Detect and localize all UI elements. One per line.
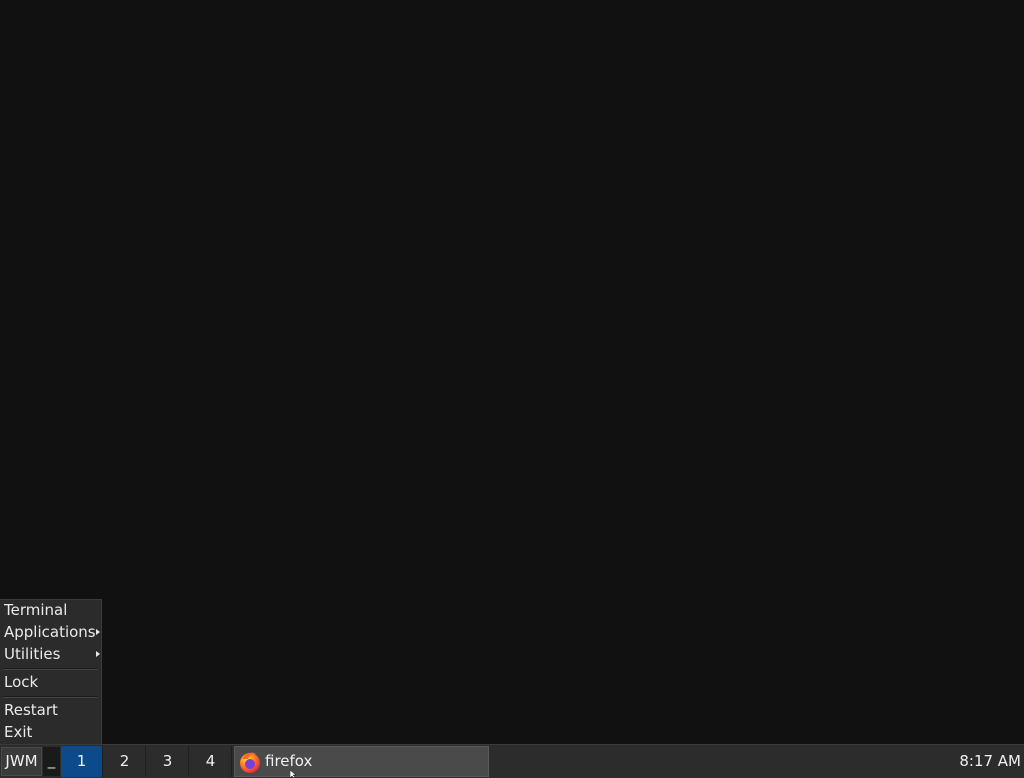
menu-item-restart[interactable]: Restart xyxy=(0,700,101,720)
workspace-label: 4 xyxy=(205,752,216,770)
menu-separator xyxy=(3,696,98,698)
menu-item-terminal[interactable]: Terminal xyxy=(0,600,101,620)
workspace-4-button[interactable]: 4 xyxy=(190,746,232,777)
root-menu: Terminal Applications Utilities Lock Res… xyxy=(0,599,102,744)
menu-item-exit[interactable]: Exit xyxy=(0,722,101,742)
minimize-label: _ xyxy=(47,751,56,769)
submenu-arrow-icon xyxy=(96,629,100,635)
clock[interactable]: 8:17 AM xyxy=(959,746,1021,777)
workspace-1-button[interactable]: 1 xyxy=(61,746,103,777)
menu-item-label: Restart xyxy=(4,701,58,719)
workspace-label: 2 xyxy=(119,752,130,770)
mouse-cursor-icon xyxy=(290,770,296,778)
menu-item-lock[interactable]: Lock xyxy=(0,672,101,692)
clock-time: 8:17 AM xyxy=(959,752,1021,770)
menu-item-label: Applications xyxy=(4,623,96,641)
taskbar: JWM _ 1 2 3 4 firefox 8:17 AM xyxy=(0,744,1024,778)
menu-separator xyxy=(3,668,98,670)
workspace-2-button[interactable]: 2 xyxy=(104,746,146,777)
desktop-background[interactable] xyxy=(0,0,1024,744)
workspace-3-button[interactable]: 3 xyxy=(147,746,189,777)
firefox-icon xyxy=(240,752,260,773)
workspace-label: 3 xyxy=(162,752,173,770)
menu-item-label: Lock xyxy=(4,673,39,691)
jwm-menu-button[interactable]: JWM xyxy=(1,747,42,776)
jwm-menu-label: JWM xyxy=(5,752,38,770)
menu-item-utilities[interactable]: Utilities xyxy=(0,644,101,664)
menu-item-label: Terminal xyxy=(4,601,68,619)
show-desktop-button[interactable]: _ xyxy=(43,747,60,776)
menu-item-label: Utilities xyxy=(4,645,61,663)
submenu-arrow-icon xyxy=(96,651,100,657)
menu-item-applications[interactable]: Applications xyxy=(0,622,101,642)
task-label: firefox xyxy=(265,752,313,770)
taskbar-task-firefox[interactable]: firefox xyxy=(234,746,489,777)
menu-item-label: Exit xyxy=(4,723,33,741)
workspace-label: 1 xyxy=(76,752,87,770)
